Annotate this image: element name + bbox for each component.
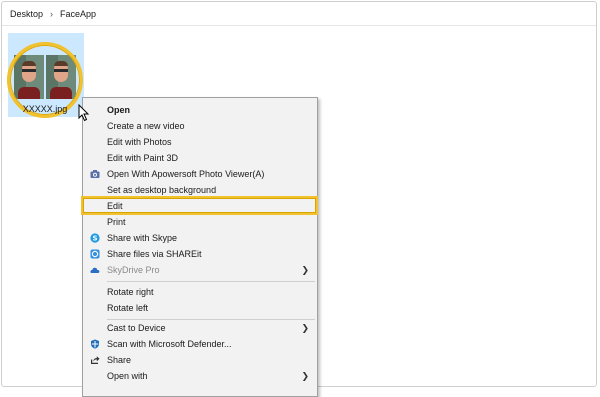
menu-item-share-shareit[interactable]: Share files via SHAREit [83, 246, 317, 262]
breadcrumb-desktop[interactable]: Desktop [10, 9, 43, 19]
breadcrumb-faceapp[interactable]: FaceApp [60, 9, 96, 19]
breadcrumb: Desktop › FaceApp [2, 2, 596, 26]
menu-separator [107, 281, 315, 282]
defender-shield-icon [91, 339, 99, 349]
camera-icon [90, 170, 100, 178]
shareit-icon [90, 249, 100, 259]
menu-item-open-apowersoft[interactable]: Open With Apowersoft Photo Viewer(A) [83, 166, 317, 182]
menu-item-edit-paint3d-label: Edit with Paint 3D [107, 153, 179, 163]
menu-item-open-with[interactable]: Open with ❯ [83, 368, 317, 384]
menu-item-set-background-label: Set as desktop background [107, 185, 217, 195]
menu-item-cast[interactable]: Cast to Device ❯ [83, 320, 317, 336]
menu-item-rotate-left[interactable]: Rotate left [83, 300, 317, 316]
chevron-right-icon: ❯ [301, 265, 309, 275]
cloud-icon [90, 267, 100, 273]
menu-item-share-skype-label: Share with Skype [107, 233, 178, 243]
menu-item-open-label: Open [107, 105, 131, 115]
share-icon [91, 356, 100, 364]
menu-item-open[interactable]: Open [83, 102, 317, 118]
file-name-label[interactable]: XXXXX.jpg [8, 104, 82, 114]
chevron-right-icon: › [50, 8, 54, 19]
menu-item-share[interactable]: Share [83, 352, 317, 368]
menu-item-skydrive[interactable]: SkyDrive Pro ❯ [83, 262, 317, 278]
chevron-right-icon: ❯ [301, 371, 309, 381]
menu-item-print[interactable]: Print [83, 214, 317, 230]
context-menu: Open Create a new video Edit with Photos… [82, 97, 318, 397]
skype-icon: S [90, 233, 100, 243]
svg-text:S: S [92, 234, 97, 242]
menu-item-share-shareit-label: Share files via SHAREit [107, 249, 202, 259]
menu-item-scan-defender-label: Scan with Microsoft Defender... [107, 339, 232, 349]
menu-item-rotate-left-label: Rotate left [107, 303, 149, 313]
menu-item-share-label: Share [107, 355, 132, 365]
edit-item-highlight-box [81, 196, 318, 215]
menu-item-edit-photos-label: Edit with Photos [107, 137, 172, 147]
menu-item-open-apowersoft-label: Open With Apowersoft Photo Viewer(A) [107, 169, 265, 179]
menu-item-rotate-right-label: Rotate right [107, 287, 154, 297]
menu-item-create-video-label: Create a new video [107, 121, 185, 131]
menu-item-open-with-label: Open with [107, 371, 148, 381]
menu-item-scan-defender[interactable]: Scan with Microsoft Defender... [83, 336, 317, 352]
menu-item-edit-photos[interactable]: Edit with Photos [83, 134, 317, 150]
menu-item-share-skype[interactable]: S Share with Skype [83, 230, 317, 246]
menu-item-print-label: Print [107, 217, 126, 227]
menu-item-skydrive-label: SkyDrive Pro [107, 265, 160, 275]
menu-item-create-video[interactable]: Create a new video [83, 118, 317, 134]
mouse-cursor-icon [78, 104, 90, 122]
menu-item-rotate-right[interactable]: Rotate right [83, 284, 317, 300]
menu-item-cast-label: Cast to Device [107, 323, 166, 333]
menu-item-edit-paint3d[interactable]: Edit with Paint 3D [83, 150, 317, 166]
chevron-right-icon: ❯ [301, 323, 309, 333]
